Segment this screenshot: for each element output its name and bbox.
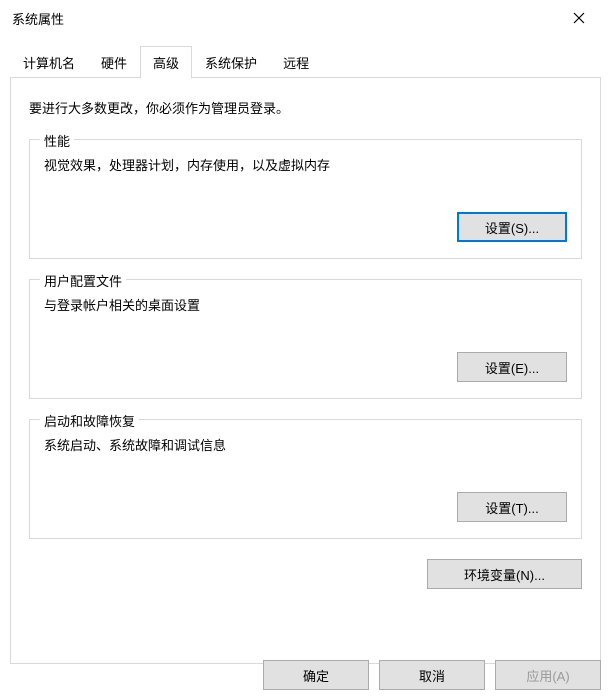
- tab-bar: 计算机名 硬件 高级 系统保护 远程: [0, 46, 611, 78]
- apply-button[interactable]: 应用(A): [495, 660, 601, 690]
- ok-button[interactable]: 确定: [263, 660, 369, 690]
- environment-variables-button[interactable]: 环境变量(N)...: [427, 559, 582, 589]
- tab-hardware[interactable]: 硬件: [88, 46, 140, 78]
- startup-settings-button[interactable]: 设置(T)...: [457, 492, 567, 522]
- performance-group: 性能 视觉效果，处理器计划，内存使用，以及虚拟内存 设置(S)...: [29, 139, 582, 259]
- performance-settings-button[interactable]: 设置(S)...: [457, 212, 567, 242]
- tab-remote[interactable]: 远程: [270, 46, 322, 78]
- performance-legend: 性能: [40, 131, 74, 150]
- profiles-group: 用户配置文件 与登录帐户相关的桌面设置 设置(E)...: [29, 279, 582, 399]
- profiles-settings-button[interactable]: 设置(E)...: [457, 352, 567, 382]
- admin-notice: 要进行大多数更改，你必须作为管理员登录。: [29, 98, 582, 117]
- profiles-legend: 用户配置文件: [40, 271, 126, 290]
- tab-system-protection[interactable]: 系统保护: [192, 46, 270, 78]
- window-title: 系统属性: [12, 9, 64, 28]
- performance-desc: 视觉效果，处理器计划，内存使用，以及虚拟内存: [44, 155, 567, 174]
- cancel-button[interactable]: 取消: [379, 660, 485, 690]
- close-icon: [573, 12, 585, 24]
- profiles-desc: 与登录帐户相关的桌面设置: [44, 295, 567, 314]
- dialog-footer: 确定 取消 应用(A): [253, 650, 611, 698]
- startup-group: 启动和故障恢复 系统启动、系统故障和调试信息 设置(T)...: [29, 419, 582, 539]
- tab-computer-name[interactable]: 计算机名: [10, 46, 88, 78]
- startup-desc: 系统启动、系统故障和调试信息: [44, 435, 567, 454]
- advanced-tab-panel: 要进行大多数更改，你必须作为管理员登录。 性能 视觉效果，处理器计划，内存使用，…: [10, 78, 601, 664]
- tab-advanced[interactable]: 高级: [140, 46, 192, 79]
- startup-legend: 启动和故障恢复: [40, 411, 139, 430]
- close-button[interactable]: [559, 3, 599, 33]
